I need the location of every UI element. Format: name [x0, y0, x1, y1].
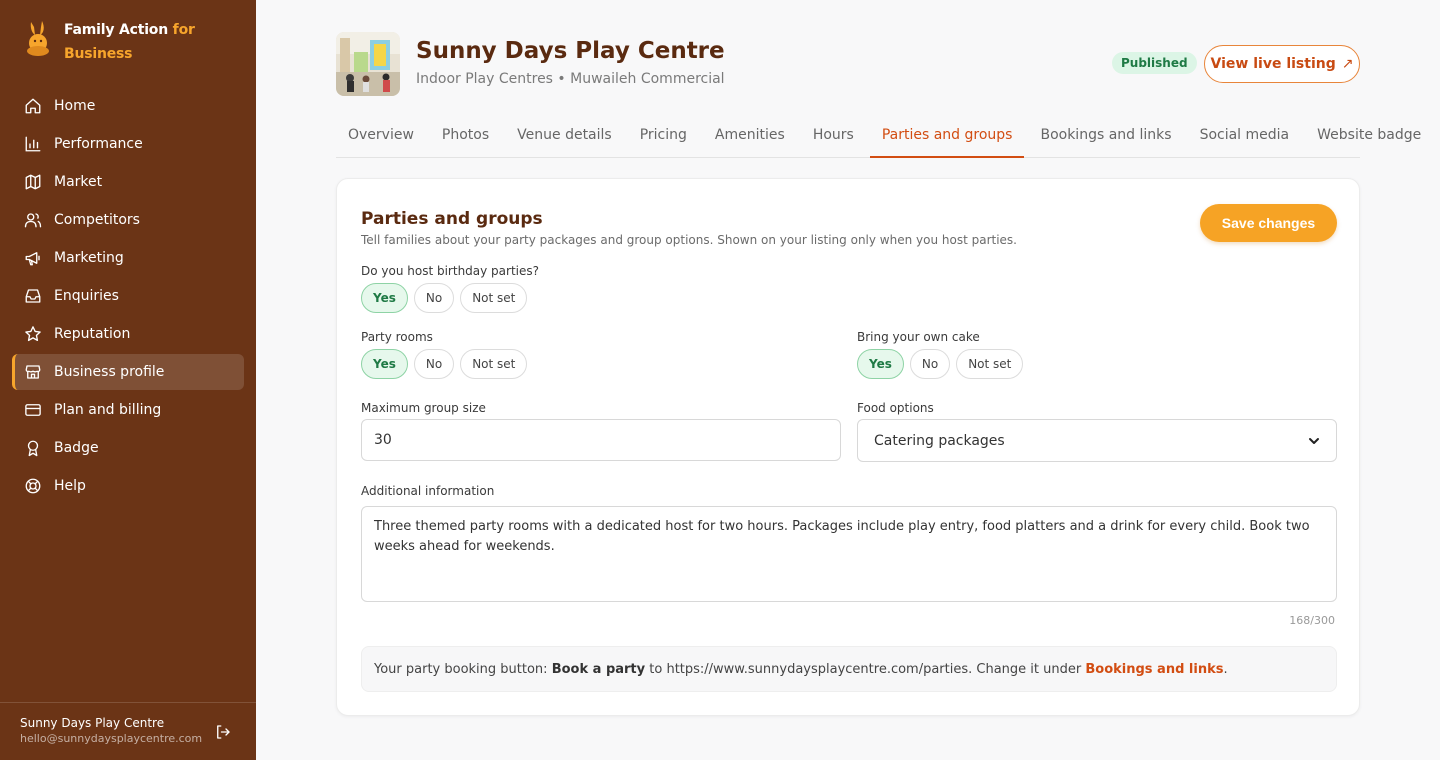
rabbit-logo-icon [27, 21, 49, 56]
save-changes-button[interactable]: Save changes [1200, 204, 1337, 242]
tab-hours[interactable]: Hours [801, 116, 866, 158]
sidebar-item-label: Reputation [54, 326, 131, 342]
sidebar-item-label: Badge [54, 440, 99, 456]
sidebar-item-label: Performance [54, 136, 143, 152]
bar-chart-icon [25, 136, 41, 152]
page-subtitle: Indoor Play Centres • Muwaileh Commercia… [416, 71, 725, 87]
max-group-size-label: Maximum group size [361, 401, 486, 415]
party-rooms-yes-option[interactable]: Yes [361, 349, 408, 379]
sidebar-item-market[interactable]: Market [12, 164, 244, 200]
sidebar-item-performance[interactable]: Performance [12, 126, 244, 162]
sidebar-item-help[interactable]: Help [12, 468, 244, 504]
max-group-size-input[interactable] [361, 419, 841, 461]
sidebar-item-label: Market [54, 174, 103, 190]
note-button-name: Book a party [551, 661, 646, 677]
own-cake-no-option[interactable]: No [909, 349, 951, 379]
food-options-label: Food options [857, 401, 934, 415]
external-link-icon: ↗ [1341, 56, 1354, 72]
venue-photo [336, 32, 400, 96]
birthday-no-option[interactable]: No [413, 283, 455, 313]
sidebar-item-label: Home [54, 98, 96, 114]
food-options-value: Catering packages [874, 432, 1005, 449]
life-buoy-icon [25, 478, 41, 494]
sidebar-item-business-profile[interactable]: Business profile [12, 354, 244, 390]
chevron-down-icon [1309, 437, 1319, 444]
sidebar-item-plan-and-billing[interactable]: Plan and billing [12, 392, 244, 428]
logout-icon[interactable] [214, 723, 232, 741]
section-description: Tell families about your party packages … [361, 233, 1017, 247]
sidebar-item-label: Enquiries [54, 288, 119, 304]
sidebar-item-label: Plan and billing [54, 402, 162, 418]
page-title: Sunny Days Play Centre [416, 38, 725, 64]
note-prefix: Your party booking button: [374, 661, 548, 677]
party-rooms-label: Party rooms [361, 330, 433, 344]
account-name: Sunny Days Play Centre [20, 716, 165, 730]
party-rooms-toggle: Yes No Not set [361, 349, 533, 379]
booking-button-note: Your party booking button: Book a party … [361, 646, 1337, 692]
store-icon [25, 365, 41, 379]
brand-name-3: Business [64, 46, 133, 62]
additional-info-label: Additional information [361, 484, 495, 498]
account-email: hello@sunnydaysplaycentre.com [20, 732, 203, 745]
inbox-icon [25, 289, 41, 303]
users-icon [24, 213, 42, 228]
own-cake-not-set-option[interactable]: Not set [956, 349, 1024, 379]
note-suffix: . [1223, 661, 1228, 677]
status-badge: Published [1112, 52, 1197, 74]
food-options-select[interactable]: Catering packages [857, 419, 1337, 462]
tab-photos[interactable]: Photos [430, 116, 501, 158]
parties-card: Parties and groups Tell families about y… [336, 178, 1360, 716]
tab-parties-and-groups[interactable]: Parties and groups [869, 116, 1025, 158]
party-rooms-no-option[interactable]: No [413, 349, 455, 379]
profile-tabs: Overview Photos Venue details Pricing Am… [336, 116, 1421, 158]
home-icon [25, 98, 41, 114]
additional-info-textarea[interactable]: Three themed party rooms with a dedicate… [361, 506, 1337, 602]
tab-overview[interactable]: Overview [336, 116, 426, 158]
bookings-and-links-link[interactable]: Bookings and links [1085, 662, 1223, 677]
map-icon [25, 174, 41, 190]
party-rooms-not-set-option[interactable]: Not set [460, 349, 528, 379]
tab-amenities[interactable]: Amenities [703, 116, 797, 158]
birthday-parties-label: Do you host birthday parties? [361, 264, 540, 278]
own-cake-label: Bring your own cake [857, 330, 980, 344]
sidebar-item-marketing[interactable]: Marketing [12, 240, 244, 276]
account-footer: Sunny Days Play Centre hello@sunnydayspl… [0, 702, 256, 760]
sidebar: Family Action for Business Home Performa… [0, 0, 256, 760]
tab-social-media[interactable]: Social media [1188, 116, 1302, 158]
view-live-label: View live listing [1210, 56, 1336, 72]
note-middle: to https://www.sunnydaysplaycentre.com/p… [649, 661, 1082, 677]
tab-venue-details[interactable]: Venue details [505, 116, 624, 158]
credit-card-icon [25, 404, 41, 416]
birthday-not-set-option[interactable]: Not set [460, 283, 528, 313]
sidebar-nav: Home Performance Market Competitors Mark… [12, 88, 244, 506]
sidebar-item-label: Help [54, 478, 86, 494]
award-icon [27, 440, 39, 457]
megaphone-icon [25, 252, 40, 266]
brand-name-2: for [172, 22, 195, 38]
sidebar-item-competitors[interactable]: Competitors [12, 202, 244, 238]
section-title: Parties and groups [361, 209, 543, 229]
own-cake-yes-option[interactable]: Yes [857, 349, 904, 379]
sidebar-item-reputation[interactable]: Reputation [12, 316, 244, 352]
sidebar-item-home[interactable]: Home [12, 88, 244, 124]
sidebar-item-label: Competitors [54, 212, 140, 228]
sidebar-item-label: Marketing [54, 250, 124, 266]
sidebar-item-label: Business profile [54, 364, 165, 380]
birthday-parties-toggle: Yes No Not set [361, 283, 533, 313]
star-icon [25, 326, 41, 342]
character-count: 168/300 [1289, 614, 1335, 627]
sidebar-item-enquiries[interactable]: Enquiries [12, 278, 244, 314]
venue-header: Sunny Days Play Centre Indoor Play Centr… [336, 32, 1360, 96]
tab-bookings-and-links[interactable]: Bookings and links [1028, 116, 1183, 158]
own-cake-toggle: Yes No Not set [857, 349, 1029, 379]
brand-name-1: Family Action [64, 22, 173, 38]
sidebar-item-badge[interactable]: Badge [12, 430, 244, 466]
tab-website-badge[interactable]: Website badge [1305, 116, 1433, 158]
tab-pricing[interactable]: Pricing [628, 116, 699, 158]
birthday-yes-option[interactable]: Yes [361, 283, 408, 313]
view-live-listing-button[interactable]: View live listing ↗ [1204, 45, 1360, 83]
brand[interactable]: Family Action for Business [22, 18, 195, 66]
